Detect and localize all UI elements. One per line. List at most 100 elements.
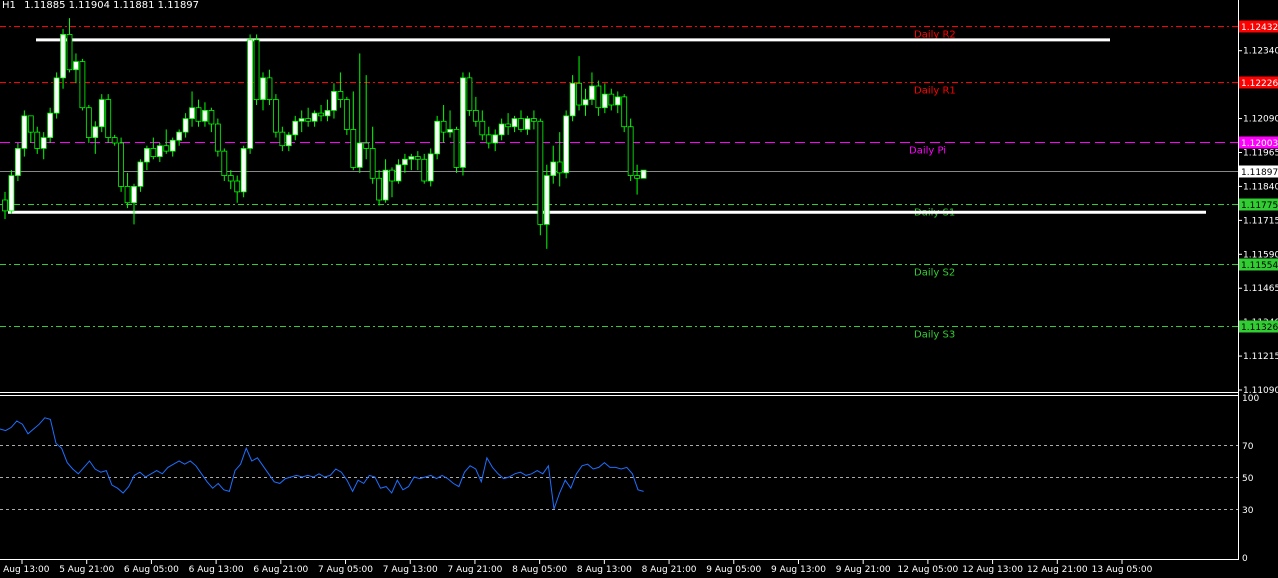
rsi-tick-label: 30 — [1242, 506, 1254, 516]
candle — [305, 107, 312, 127]
rsi-tick-label: 70 — [1242, 442, 1254, 452]
candle-body — [524, 118, 531, 130]
price-tick-label: 1.11465 — [1243, 284, 1278, 294]
candle-body — [363, 142, 370, 149]
candle — [421, 153, 428, 184]
candle-body — [47, 112, 54, 138]
candle — [485, 126, 492, 149]
chart-close-mark: ' — [1103, 0, 1106, 5]
price-tick-label: 1.11215 — [1243, 352, 1278, 362]
candle — [614, 91, 621, 114]
candle-body — [434, 120, 441, 155]
candle — [492, 129, 499, 152]
candle — [505, 113, 512, 135]
candle — [472, 96, 479, 127]
candle-body — [260, 77, 266, 100]
candle-body — [556, 161, 563, 174]
price-tick-label: 1.12090 — [1243, 115, 1278, 125]
candle — [189, 91, 195, 127]
candle — [498, 118, 505, 141]
candle-body — [492, 134, 499, 144]
candle — [234, 175, 241, 203]
candle-body — [131, 186, 137, 204]
chart-header: H1 1.11885 1.11904 1.11881 1.11897 — [2, 0, 199, 11]
candle-body — [8, 175, 15, 212]
candle — [27, 115, 34, 143]
candle-body — [73, 61, 79, 71]
candle — [98, 94, 105, 133]
candle — [311, 110, 318, 127]
candle — [576, 56, 582, 111]
candle-body — [601, 93, 608, 109]
candle-body — [382, 169, 389, 201]
candle — [143, 145, 150, 171]
candles — [2, 18, 647, 249]
candle — [414, 151, 421, 171]
candle — [156, 143, 163, 162]
candle — [595, 80, 602, 116]
candle-body — [79, 61, 86, 109]
level-price-tag-label: 1.12432 — [1241, 23, 1278, 33]
candle — [343, 96, 350, 135]
candle — [511, 115, 518, 133]
candle — [118, 137, 124, 192]
candle-body — [537, 120, 544, 225]
candle-body — [582, 99, 589, 106]
candle-body — [156, 145, 163, 157]
candle-body — [98, 99, 105, 128]
trading-chart[interactable]: H1 1.11885 1.11904 1.11881 1.11897 ' Dai… — [0, 0, 1278, 578]
candle-body — [298, 118, 305, 122]
current-price-tag-label: 1.11897 — [1241, 168, 1278, 178]
candle-body — [169, 139, 176, 152]
candle — [253, 34, 260, 105]
candle-body — [272, 99, 279, 133]
candle-body — [511, 118, 518, 128]
candle — [169, 137, 176, 157]
candle-body — [53, 77, 60, 114]
candle — [221, 148, 228, 181]
candle — [395, 159, 402, 184]
level-lines: Daily R2Daily R1Daily PiDaily S1Daily S2… — [0, 26, 1238, 341]
candle-body — [253, 39, 260, 100]
candle-body — [311, 112, 318, 122]
candle — [92, 121, 99, 154]
level-label: Daily S2 — [914, 268, 955, 279]
time-tick-label: 9 Aug 05:00 — [706, 565, 761, 575]
candle-body — [266, 77, 273, 100]
candle — [227, 170, 234, 190]
candle-body — [408, 156, 415, 160]
candle — [337, 72, 344, 108]
candle-body — [621, 96, 628, 128]
candle-body — [118, 142, 124, 187]
candle — [195, 99, 202, 127]
candle — [318, 105, 324, 122]
price-tick-label: 1.11965 — [1243, 149, 1278, 159]
candle-body — [240, 148, 247, 193]
candle — [601, 83, 608, 114]
candle — [434, 115, 441, 160]
candle — [47, 107, 54, 143]
candle — [401, 153, 408, 173]
candle-body — [627, 126, 634, 176]
candle-body — [505, 123, 512, 128]
candle-body — [202, 110, 208, 122]
candle — [53, 72, 60, 119]
rsi-line — [0, 417, 644, 510]
candle — [331, 83, 337, 119]
candle — [292, 115, 299, 141]
candle-body — [227, 175, 234, 182]
candle — [202, 102, 208, 127]
candle — [447, 110, 453, 138]
candle-body — [453, 129, 460, 168]
time-tick-label: 7 Aug 05:00 — [318, 565, 373, 575]
candle — [73, 53, 79, 84]
level-label: Daily S3 — [914, 330, 955, 341]
candle-body — [472, 110, 479, 122]
level-price-tag-label: 1.12226 — [1241, 79, 1278, 89]
candle-body — [343, 99, 350, 130]
candle-body — [563, 115, 570, 174]
candle — [640, 169, 647, 179]
candle-body — [569, 82, 576, 117]
rsi-tick-label: 100 — [1242, 394, 1259, 404]
candle-body — [2, 199, 8, 212]
